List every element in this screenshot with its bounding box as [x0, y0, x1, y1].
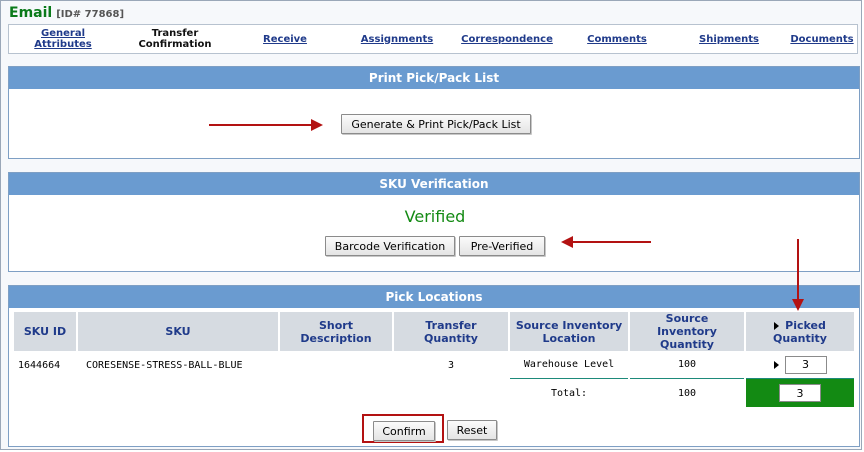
col-sku-id: SKU ID [14, 312, 76, 351]
total-label: Total: [550, 387, 588, 399]
pick-locations-table: SKU ID SKU Short Description Transfer Qu… [12, 312, 856, 407]
annotation-arrow-line [797, 239, 799, 301]
confirm-button[interactable]: Confirm [373, 421, 435, 441]
page-title-text: Email [9, 5, 53, 21]
picked-quantity-input[interactable]: 3 [784, 355, 827, 374]
cell-source-location: Warehouse Level [510, 351, 628, 379]
print-section-header: Print Pick/Pack List [9, 67, 859, 89]
annotation-arrow-head-icon [792, 299, 804, 311]
total-row: Total: 100 3 [14, 379, 854, 407]
pick-section-header: Pick Locations [9, 286, 859, 308]
verified-status: Verified [404, 207, 466, 226]
pick-locations-section: Pick Locations SKU ID SKU Short Descript… [8, 285, 860, 447]
col-picked-quantity[interactable]: Picked Quantity [746, 312, 854, 351]
tab-shipments[interactable]: Shipments [697, 25, 761, 53]
cell-sku: CORESENSE-STRESS-BALL-BLUE [86, 359, 243, 371]
col-source-quantity: Source Inventory Quantity [630, 312, 744, 351]
total-picked-cell: 3 [746, 379, 854, 407]
generate-print-button[interactable]: Generate & Print Pick/Pack List [341, 114, 531, 134]
col-transfer-quantity: Transfer Quantity [394, 312, 508, 351]
tab-bar: General Attributes Transfer Confirmation… [8, 24, 858, 54]
tab-documents[interactable]: Documents [787, 25, 857, 53]
tab-receive[interactable]: Receive [255, 25, 315, 53]
total-picked-quantity: 3 [779, 384, 821, 402]
total-spacer [14, 379, 508, 407]
pre-verified-button[interactable]: Pre-Verified [459, 236, 545, 256]
record-id: [ID# 77868] [56, 9, 125, 20]
cell-transfer-quantity: 3 [447, 359, 455, 371]
print-section: Print Pick/Pack List Generate & Print Pi… [8, 66, 860, 159]
barcode-verification-button[interactable]: Barcode Verification [325, 236, 455, 256]
tab-transfer-confirmation[interactable]: Transfer Confirmation [131, 25, 219, 53]
total-source-quantity: 100 [677, 387, 697, 399]
tab-assignments[interactable]: Assignments [357, 25, 437, 53]
annotation-arrow-line [571, 241, 651, 243]
tab-comments[interactable]: Comments [585, 25, 649, 53]
cell-sku-id: 1644664 [18, 359, 61, 371]
tab-general-attributes[interactable]: General Attributes [13, 25, 113, 53]
annotation-arrow-line [209, 124, 313, 126]
table-row: 1644664 CORESENSE-STRESS-BALL-BLUE 3 War… [14, 351, 854, 379]
sku-verification-section: SKU Verification Verified Barcode Verifi… [8, 172, 860, 272]
page-title: Email [ID# 77868] [9, 5, 124, 23]
col-short-description: Short Description [280, 312, 392, 351]
row-pointer-icon [773, 361, 779, 369]
sort-triangle-icon [774, 321, 780, 330]
tab-correspondence[interactable]: Correspondence [461, 25, 553, 53]
window-frame: Email [ID# 77868] General Attributes Tra… [0, 0, 862, 450]
col-source-location: Source Inventory Location [510, 312, 628, 351]
sku-section-header: SKU Verification [9, 173, 859, 195]
cell-source-quantity: 100 [630, 351, 744, 379]
reset-button[interactable]: Reset [447, 420, 497, 440]
cell-short-description [280, 351, 392, 379]
col-picked-quantity-label: Picked Quantity [773, 318, 827, 345]
table-header-row: SKU ID SKU Short Description Transfer Qu… [14, 312, 854, 351]
cell-picked-quantity: 3 [746, 351, 854, 379]
annotation-arrow-head-icon [311, 119, 323, 131]
col-sku: SKU [78, 312, 278, 351]
